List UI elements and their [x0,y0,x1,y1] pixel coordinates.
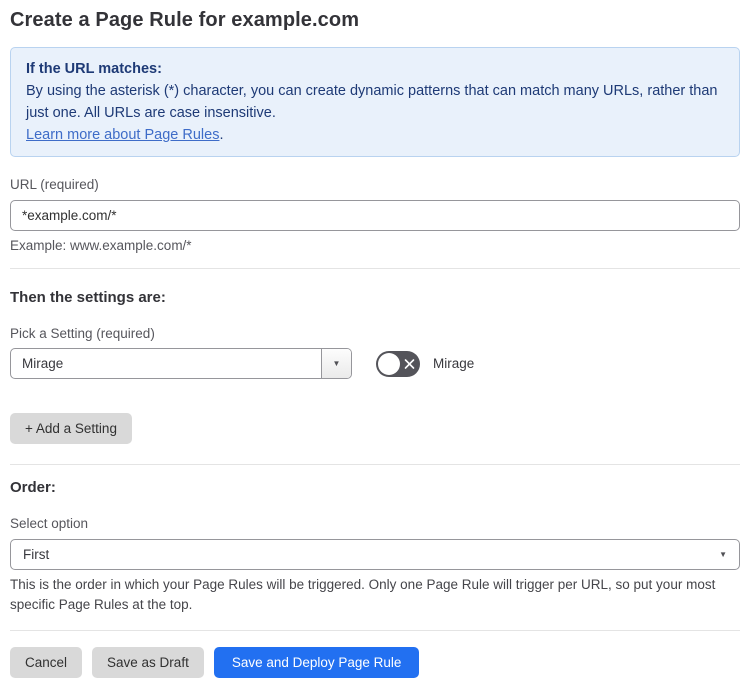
url-input[interactable] [10,200,740,231]
setting-select-arrow-button[interactable]: ▼ [321,349,351,378]
setting-select[interactable]: Mirage ▼ [10,348,352,379]
url-match-info-box: If the URL matches: By using the asteris… [10,47,740,157]
info-box-heading: If the URL matches: [26,61,162,77]
cancel-button[interactable]: Cancel [10,647,83,678]
add-setting-button[interactable]: + Add a Setting [10,413,132,444]
setting-row: Mirage ▼ Mirage [10,348,740,379]
page-title: Create a Page Rule for example.com [10,9,360,31]
url-field-label: URL (required) [10,177,99,192]
order-section-heading: Order: [10,479,56,496]
link-suffix: . [219,127,224,143]
mirage-toggle[interactable] [376,350,420,377]
learn-more-link[interactable]: Learn more about Page Rules [26,127,219,143]
divider [10,268,740,269]
save-as-draft-button[interactable]: Save as Draft [92,647,204,678]
divider [10,464,740,465]
footer-actions: Cancel Save as Draft Save and Deploy Pag… [10,647,740,678]
divider [10,630,740,631]
order-select[interactable]: First ▼ [10,539,740,570]
order-help-text: This is the order in which your Page Rul… [10,577,716,612]
setting-select-value: Mirage [22,356,64,371]
toggle-knob [378,352,400,375]
url-example-text: Example: www.example.com/* [10,238,192,253]
chevron-down-icon: ▼ [332,359,341,368]
save-and-deploy-button[interactable]: Save and Deploy Page Rule [213,647,420,678]
pick-setting-label: Pick a Setting (required) [10,326,155,341]
settings-section-heading: Then the settings are: [10,289,166,306]
page-rule-form: Create a Page Rule for example.com If th… [0,0,750,678]
chevron-down-icon: ▼ [719,550,727,559]
order-select-value: First [23,547,50,562]
order-select-label: Select option [10,516,89,531]
info-box-link-line: Learn more about Page Rules. [26,124,724,146]
toggle-label: Mirage [433,356,475,371]
info-box-body: By using the asterisk (*) character, you… [26,83,718,121]
x-icon [404,358,415,369]
